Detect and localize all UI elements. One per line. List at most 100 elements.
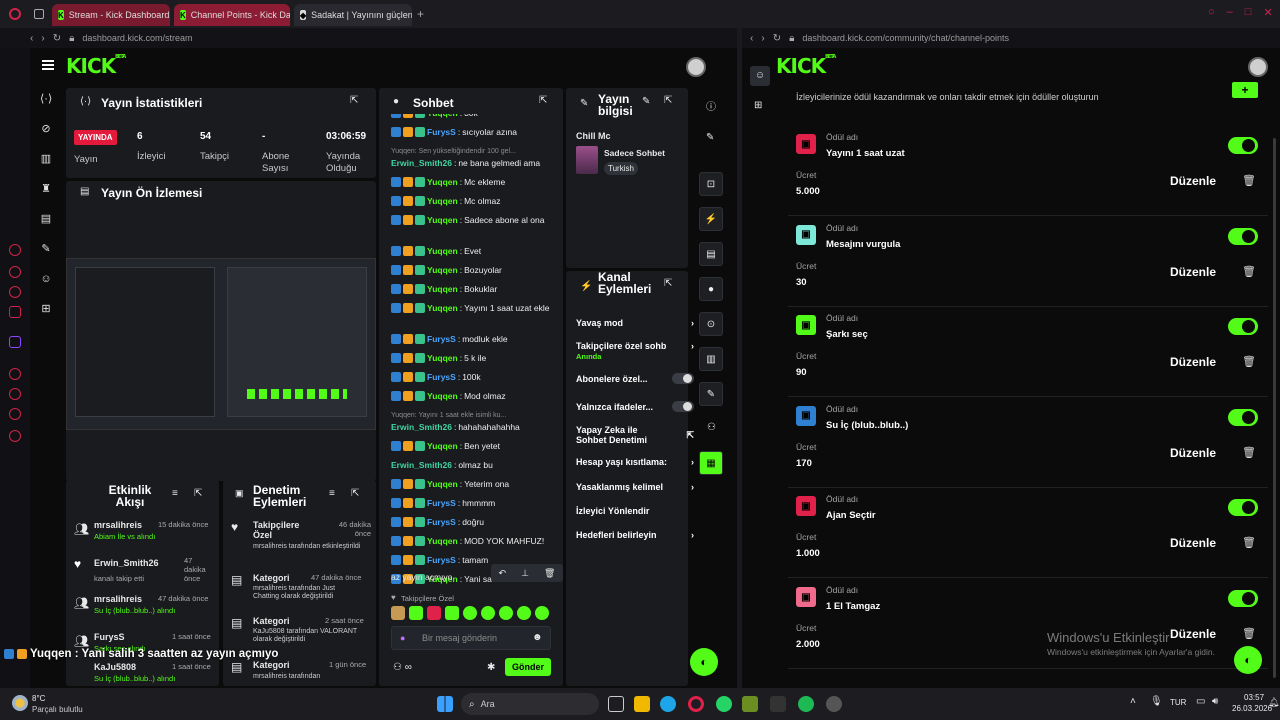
delete-icon[interactable]: 🗑︎ xyxy=(1242,446,1256,459)
edge-icon[interactable] xyxy=(660,696,676,712)
language-indicator[interactable]: TUR xyxy=(1170,698,1186,707)
chat-username[interactable]: Yuqqen xyxy=(427,303,458,313)
kick-logo[interactable]: KICKBETA xyxy=(66,54,126,78)
popout-icon[interactable]: ⇱ xyxy=(664,278,672,289)
tool-button-lightning[interactable]: ⚡ xyxy=(699,207,723,231)
reward-enabled-toggle[interactable] xyxy=(1228,499,1258,517)
filter-icon[interactable]: ≡ xyxy=(172,488,178,499)
arrow-app-icon[interactable] xyxy=(770,696,786,712)
opera-menu-icon[interactable] xyxy=(9,8,21,20)
bot-icon[interactable]: ⊞ xyxy=(40,304,52,315)
downloads-icon[interactable] xyxy=(9,388,21,400)
opera-icon[interactable] xyxy=(688,696,704,712)
chat-message[interactable]: Erwin_Smith26: ne bana gelmedi ama xyxy=(391,158,551,168)
twitch-icon[interactable] xyxy=(9,336,21,348)
subscribers-only-mode[interactable]: Abonelere özel... xyxy=(576,373,694,384)
file-explorer-icon[interactable] xyxy=(634,696,650,712)
whatsapp-icon[interactable] xyxy=(716,696,732,712)
chat-message[interactable]: FurysS: modluk ekle xyxy=(391,334,551,344)
chat-username[interactable]: Yuqqen xyxy=(427,177,458,187)
maximize-icon[interactable]: □ xyxy=(1245,6,1252,19)
reward-enabled-toggle[interactable] xyxy=(1228,227,1258,245)
chat-input[interactable]: ● Bir mesaj gönderin ☻ xyxy=(391,626,551,650)
filter-icon[interactable]: ≡ xyxy=(329,488,335,499)
pin-icon[interactable]: ⊥ xyxy=(521,568,529,579)
chat-message[interactable]: FurysS:100k xyxy=(391,372,551,382)
chat-username[interactable]: FurysS xyxy=(427,372,456,382)
edit-reward-button[interactable]: Düzenle xyxy=(1170,627,1216,641)
forward-icon[interactable]: › xyxy=(41,33,44,44)
stream-icon[interactable]: ⟨·⟩ xyxy=(40,94,52,105)
chat-username[interactable]: Erwin_Smith26 xyxy=(391,158,452,168)
chat-message[interactable]: Yuqqen: Mod olmaz xyxy=(391,391,551,401)
volume-icon[interactable]: 🔊︎ xyxy=(1212,696,1218,707)
video-icon[interactable]: ▤ xyxy=(40,214,52,225)
reload-icon[interactable]: ↻ xyxy=(773,33,781,44)
users-icon[interactable]: ☺ xyxy=(40,274,52,285)
chat-username[interactable]: FurysS xyxy=(427,517,456,527)
chat-username[interactable]: FurysS xyxy=(427,334,456,344)
chat-message[interactable]: Yuqqen: Mc olmaz xyxy=(391,196,551,206)
edit-reward-button[interactable]: Düzenle xyxy=(1170,446,1216,460)
chat-username[interactable]: Yuqqen xyxy=(427,246,458,256)
chat-message[interactable]: Yuqqen:30k xyxy=(391,114,551,118)
chat-message[interactable]: FurysS: doğru xyxy=(391,517,551,527)
edit-reward-button[interactable]: Düzenle xyxy=(1170,174,1216,188)
delete-icon[interactable]: 🗑︎ xyxy=(1242,355,1256,368)
delete-icon[interactable]: 🗑︎ xyxy=(1242,174,1256,187)
url-field[interactable]: dashboard.kick.com/stream xyxy=(82,33,192,43)
chat-message[interactable]: Yuqqen:5 k ile xyxy=(391,353,551,363)
scrollbar[interactable] xyxy=(1273,138,1276,678)
emotes-only-mode[interactable]: Yalnızca ifadeler... xyxy=(576,401,694,412)
youtube-icon[interactable] xyxy=(9,306,21,318)
info-icon[interactable]: ⓘ xyxy=(706,98,716,113)
tool-button-stack[interactable]: ▥ xyxy=(699,347,723,371)
obs-icon[interactable] xyxy=(826,696,842,712)
kick-logo[interactable]: KICKBETA xyxy=(776,54,836,78)
mic-icon[interactable]: 🎙︎ xyxy=(1150,696,1163,707)
chat-message[interactable]: Yuqqen: MOD YOK MAHFUZ! xyxy=(391,536,551,546)
popout-icon[interactable]: ⇱ xyxy=(194,488,202,499)
popout-icon[interactable]: ⇱ xyxy=(351,488,359,499)
delete-icon[interactable]: 🗑︎ xyxy=(1242,627,1256,640)
chat-username[interactable]: Yuqqen xyxy=(427,353,458,363)
chat-username[interactable]: FurysS xyxy=(427,498,456,508)
mic-icon[interactable]: ● xyxy=(400,633,405,643)
edit-reward-button[interactable]: Düzenle xyxy=(1170,536,1216,550)
history-icon[interactable] xyxy=(9,368,21,380)
emote-row[interactable] xyxy=(391,606,549,620)
chat-message[interactable]: Yuqqen: Yeterim ona xyxy=(391,479,551,489)
reward-enabled-toggle[interactable] xyxy=(1228,318,1258,336)
new-tab-button[interactable]: + xyxy=(417,7,424,21)
notification-icon[interactable]: 🔔︎ xyxy=(1268,697,1279,708)
reload-icon[interactable]: ↻ xyxy=(53,33,61,44)
task-view-icon[interactable] xyxy=(608,696,624,712)
analytics-icon[interactable]: ▥ xyxy=(40,154,52,165)
spotify-icon[interactable] xyxy=(798,696,814,712)
popout-icon[interactable]: ⇱ xyxy=(350,95,358,106)
popout-icon[interactable]: ⇱ xyxy=(664,95,672,106)
delete-icon[interactable]: 🗑︎ xyxy=(1242,536,1256,549)
windows-start-icon[interactable] xyxy=(437,696,453,712)
avatar[interactable] xyxy=(1248,57,1268,77)
chat-tools-icon[interactable]: ⚇ ∞ xyxy=(393,662,412,673)
reward-enabled-toggle[interactable] xyxy=(1228,137,1258,154)
preview-video[interactable] xyxy=(66,258,376,430)
chat-message[interactable]: Yuqqen: Yayını 1 saat uzat ekle xyxy=(391,303,551,327)
network-icon[interactable]: ▭ xyxy=(1196,696,1205,707)
toggle[interactable] xyxy=(672,401,694,412)
chat-username[interactable]: Yuqqen xyxy=(427,215,458,225)
wrench-icon[interactable]: ✎ xyxy=(40,244,52,255)
minimize-icon[interactable]: – xyxy=(1227,6,1233,19)
tool-button-1[interactable]: ⊡ xyxy=(699,172,723,196)
chat-message[interactable]: Erwin_Smith26: olmaz bu xyxy=(391,460,551,470)
tab-stream[interactable]: K Stream - Kick Dashboard xyxy=(52,4,170,26)
url-field[interactable]: dashboard.kick.com/community/chat/channe… xyxy=(802,33,1009,43)
chat-message[interactable]: Yuqqen: Ben yetet xyxy=(391,441,551,451)
users-icon[interactable]: ☺ xyxy=(750,66,770,86)
chat-username[interactable]: Yuqqen xyxy=(427,114,458,118)
tool-button-chat[interactable]: ● xyxy=(699,277,723,301)
link-icon[interactable]: ⊘ xyxy=(40,124,52,135)
weather-icon[interactable] xyxy=(12,695,28,711)
raid[interactable]: İzleyici Yönlendir xyxy=(576,506,694,516)
